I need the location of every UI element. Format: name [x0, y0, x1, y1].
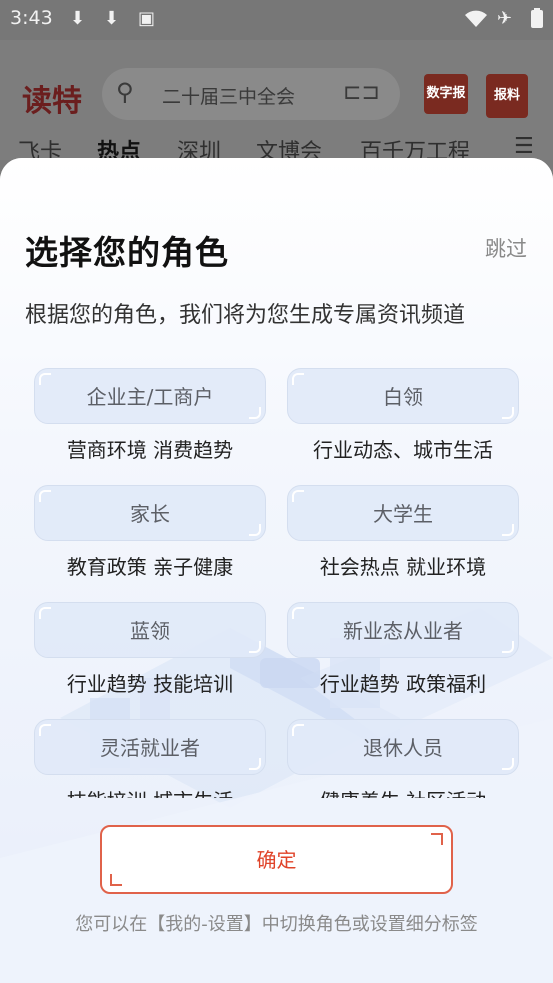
- role-label: 企业主/工商户: [86, 385, 214, 409]
- role-card-parent[interactable]: 家长: [34, 485, 266, 541]
- app-header: 读特 ⚲ 二十届三中全会 ⊏⊐ 数字报 报料 飞卡 热点 深圳 文博会 百千万工…: [0, 40, 553, 165]
- role-desc: 技能培训 城市生活: [34, 785, 266, 798]
- status-bar: 3:43 ⬇ ⬇ ▣ ✈: [0, 0, 553, 40]
- role-desc: 行业趋势 政策福利: [319, 672, 487, 696]
- role-card-white-collar[interactable]: 白领: [287, 368, 519, 424]
- role-card-college-student[interactable]: 大学生: [287, 485, 519, 541]
- role-label: 大学生: [373, 502, 433, 526]
- report-button[interactable]: 报料: [486, 74, 528, 118]
- search-icon: ⚲: [116, 78, 134, 106]
- role-card-new-economy-worker[interactable]: 新业态从业者: [287, 602, 519, 658]
- role-grid: 企业主/工商户 营商环境 消费趋势 白领 行业动态、城市生活 家长 教育政策 亲…: [0, 158, 553, 798]
- confirm-label: 确定: [256, 848, 297, 872]
- search-bar[interactable]: ⚲ 二十届三中全会 ⊏⊐: [102, 68, 400, 120]
- role-desc: 教育政策 亲子健康: [66, 555, 234, 579]
- role-label: 退休人员: [363, 736, 443, 760]
- status-time: 3:43: [10, 7, 53, 29]
- confirm-button[interactable]: 确定: [100, 825, 453, 894]
- scan-icon[interactable]: ⊏⊐: [343, 80, 380, 105]
- wifi-icon: [465, 10, 487, 27]
- role-label: 蓝领: [130, 619, 170, 643]
- role-card-flexible-worker[interactable]: 灵活就业者: [34, 719, 266, 775]
- menu-icon[interactable]: ☰: [514, 134, 534, 159]
- keyboard-icon: ▣: [138, 8, 156, 29]
- role-desc: 行业动态、城市生活: [313, 438, 493, 462]
- download-icon: ⬇: [70, 8, 86, 29]
- role-label: 家长: [130, 502, 170, 526]
- download-icon: ⬇: [104, 8, 120, 29]
- settings-hint: 您可以在【我的-设置】中切换角色或设置细分标签: [75, 914, 478, 935]
- role-desc: 行业趋势 技能培训: [66, 672, 234, 696]
- role-card-business-owner[interactable]: 企业主/工商户: [34, 368, 266, 424]
- search-placeholder: 二十届三中全会: [162, 86, 296, 108]
- airplane-icon: ✈: [497, 8, 513, 29]
- role-card-blue-collar[interactable]: 蓝领: [34, 602, 266, 658]
- role-desc: 社会热点 就业环境: [319, 555, 487, 579]
- app-logo: 读特: [22, 84, 82, 119]
- role-label: 白领: [383, 385, 423, 409]
- digital-paper-button[interactable]: 数字报: [424, 74, 468, 114]
- role-selection-sheet: 选择您的角色 跳过 根据您的角色，我们将为您生成专属资讯频道 企业主/工商户 营…: [0, 158, 553, 983]
- role-label: 灵活就业者: [100, 736, 200, 760]
- role-label: 新业态从业者: [343, 619, 463, 643]
- role-desc: 健康养生 社区活动: [287, 785, 519, 798]
- role-card-retiree[interactable]: 退休人员: [287, 719, 519, 775]
- role-desc: 营商环境 消费趋势: [66, 438, 234, 462]
- battery-icon: [531, 8, 543, 28]
